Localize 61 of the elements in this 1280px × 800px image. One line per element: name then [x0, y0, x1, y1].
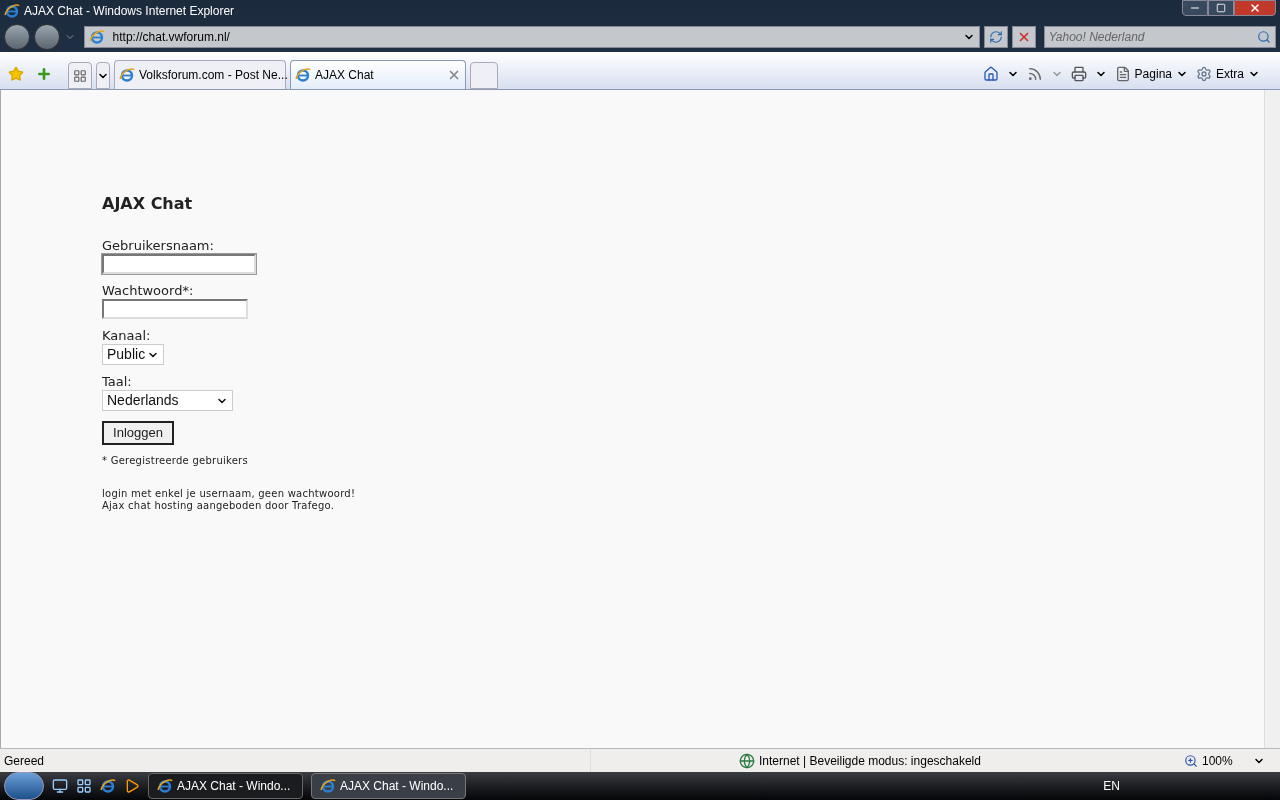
login-button[interactable]: Inloggen: [102, 421, 174, 445]
browser-e-icon: [100, 778, 116, 794]
dropdown[interactable]: Public: [102, 344, 164, 365]
restore-button[interactable]: [1208, 0, 1234, 16]
page-icon: [1114, 66, 1131, 82]
info-text: login met enkel je usernaam, geen wachtwoord!: [102, 488, 357, 500]
tab-list-button[interactable]: [96, 62, 110, 89]
windows-icon[interactable]: [76, 778, 92, 794]
gear-icon: [1196, 66, 1212, 82]
forward-button[interactable]: [33, 24, 60, 50]
media-player-icon[interactable]: [124, 778, 140, 794]
browser-e-icon: [88, 29, 105, 45]
dropdown[interactable]: Nederlands: [102, 390, 233, 411]
back-button[interactable]: [4, 24, 30, 50]
close-icon: [1249, 2, 1261, 14]
favorites-star-icon[interactable]: [8, 66, 24, 82]
browser-e-icon: [320, 778, 336, 794]
globe-icon: [739, 752, 755, 769]
status-text: Gereed: [3, 752, 46, 770]
taskbar-button[interactable]: AJAX Chat - Windo...: [148, 773, 303, 799]
stop-button[interactable]: [1011, 26, 1036, 48]
browser-e-icon: [4, 3, 20, 19]
home-icon[interactable]: [982, 66, 999, 82]
field-label: Wachtwoord*:: [102, 283, 194, 299]
field-label: Taal:: [102, 374, 132, 390]
field-label: Gebruikersnaam:: [102, 238, 214, 254]
search-icon[interactable]: [1257, 30, 1271, 44]
address-field[interactable]: http://chat.vwforum.nl/: [83, 26, 980, 48]
start-button[interactable]: [4, 772, 44, 800]
password-field[interactable]: [102, 299, 248, 319]
footnote-text: * Geregistreerde gebruikers: [102, 454, 249, 468]
taskbar-button[interactable]: AJAX Chat - Windo...: [311, 773, 466, 799]
minimize-button[interactable]: [1182, 0, 1208, 16]
close-button[interactable]: [1234, 0, 1276, 16]
browser-tab[interactable]: AJAX Chat: [290, 60, 466, 89]
add-favorite-icon[interactable]: [36, 66, 52, 82]
browser-e-icon: [119, 67, 135, 83]
field-label: Kanaal:: [102, 328, 151, 344]
info-text: Ajax chat hosting aangeboden door Trafego.: [102, 500, 336, 512]
quick-tabs-button[interactable]: [68, 62, 92, 89]
restore-icon: [1216, 3, 1226, 13]
search-field[interactable]: Yahoo! Nederland: [1043, 26, 1276, 48]
page-heading: AJAX Chat: [102, 193, 194, 215]
language-indicator[interactable]: EN: [1103, 777, 1120, 795]
grid-icon: [73, 68, 87, 83]
desktop-icon[interactable]: [52, 778, 68, 794]
close-tab-icon[interactable]: [447, 68, 461, 82]
rss-icon[interactable]: [1026, 66, 1043, 82]
page-menu-button[interactable]: Pagina: [1114, 65, 1188, 83]
zoom-button[interactable]: 100%: [1180, 751, 1269, 770]
browser-tab[interactable]: Volksforum.com - Post Ne...: [114, 60, 286, 89]
tools-menu-button[interactable]: Extra: [1196, 65, 1260, 83]
username-field[interactable]: [102, 254, 256, 274]
refresh-icon: [988, 30, 1003, 44]
window-title: AJAX Chat - Windows Internet Explorer: [24, 3, 235, 20]
zoom-icon: [1184, 753, 1198, 768]
security-zone-text: Internet | Beveiligde modus: ingeschakeld: [759, 752, 981, 770]
scrollbar[interactable]: [1264, 90, 1280, 748]
browser-e-icon: [157, 778, 173, 794]
print-icon[interactable]: [1070, 66, 1087, 82]
browser-e-icon: [295, 67, 311, 83]
